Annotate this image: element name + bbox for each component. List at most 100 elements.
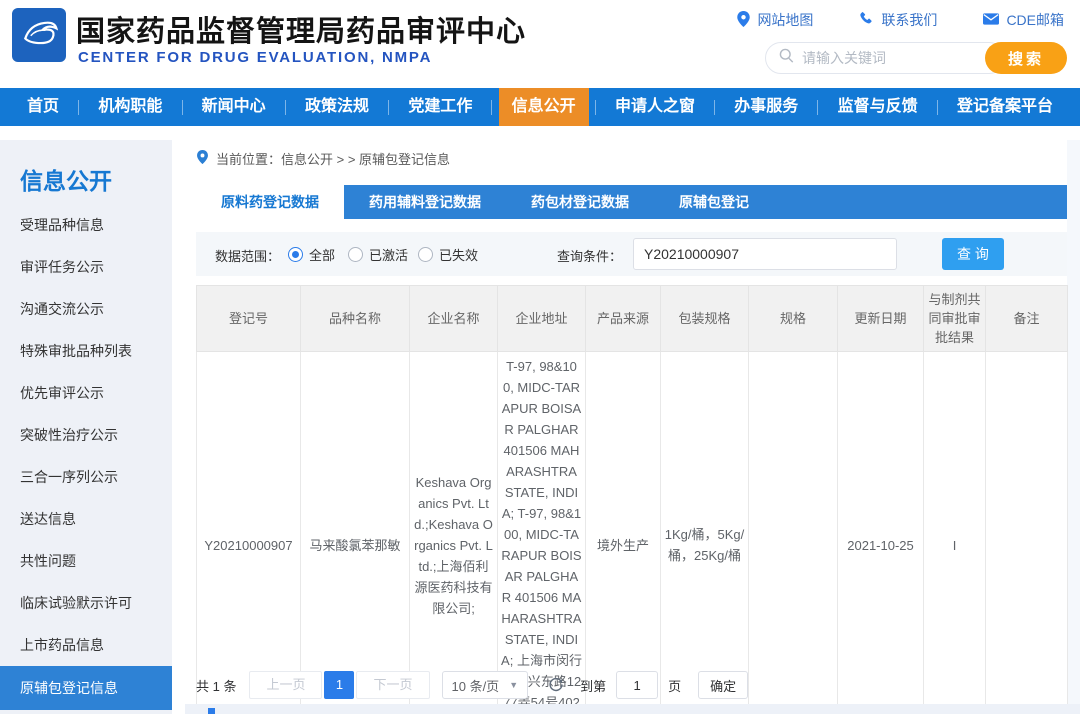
contact-link[interactable]: 联系我们 (859, 10, 937, 30)
site-search: 搜索 (765, 42, 1067, 74)
confirm-button[interactable]: 确定 (698, 671, 748, 699)
tab-packaging-registration[interactable]: 药包材登记数据 (506, 185, 654, 219)
sidebar-item-raw-excipient-packaging[interactable]: 原辅包登记信息 (0, 666, 172, 710)
location-pin-icon (737, 11, 750, 30)
col-header-product-source: 产品来源 (586, 286, 661, 352)
prev-page-button[interactable]: 上一页 (249, 671, 322, 699)
phone-icon (859, 11, 874, 29)
bottom-accent-mark (208, 708, 215, 714)
query-input[interactable] (633, 238, 897, 270)
mail-icon (983, 12, 999, 28)
breadcrumb-text: 当前位置：信息公开 > > 原辅包登记信息 (216, 149, 450, 168)
breadcrumb: 当前位置：信息公开 > > 原辅包登记信息 (197, 149, 450, 168)
refresh-button[interactable] (548, 677, 564, 693)
radio-circle-icon (288, 247, 303, 262)
sidebar-item-priority-review[interactable]: 优先审评公示 (0, 372, 172, 414)
cde-logo[interactable] (12, 8, 66, 62)
tab-api-registration[interactable]: 原料药登记数据 (196, 185, 344, 219)
mailbox-label: CDE邮箱 (1006, 10, 1064, 30)
nav-separator (817, 100, 818, 115)
cell-variety-name: 马来酸氯苯那敏 (301, 352, 410, 714)
radio-expired[interactable]: 已失效 (418, 245, 478, 264)
filter-bar: 数据范围： 全部 已激活 已失效 查询条件： 查 询 (196, 232, 1067, 276)
mailbox-link[interactable]: CDE邮箱 (983, 10, 1064, 30)
nav-item-supervision-feedback[interactable]: 监督与反馈 (825, 88, 931, 126)
radio-activated-label: 已激活 (369, 245, 408, 264)
sidebar: 信息公开 受理品种信息 审评任务公示 沟通交流公示 特殊审批品种列表 优先审评公… (0, 140, 172, 714)
nav-separator (78, 100, 79, 115)
nav-item-policies[interactable]: 政策法规 (292, 88, 382, 126)
sitemap-link[interactable]: 网站地图 (737, 10, 813, 30)
sidebar-item-special-approval[interactable]: 特殊审批品种列表 (0, 330, 172, 372)
breadcrumb-pin-icon (197, 150, 208, 167)
page-1-button[interactable]: 1 (324, 671, 354, 699)
cell-packaging-spec: 1Kg/桶，5Kg/桶，25Kg/桶 (661, 352, 749, 714)
tab-raw-excipient-packaging[interactable]: 原辅包登记 (654, 185, 774, 219)
nav-item-news[interactable]: 新闻中心 (189, 88, 279, 126)
nav-separator (595, 100, 596, 115)
cell-spec (749, 352, 838, 714)
goto-page-input[interactable] (616, 671, 658, 699)
swan-logo-icon (17, 11, 61, 60)
pagination: 共 1 条 上一页 1 下一页 10 条/页 ▼ 到第 页 确定 (196, 670, 1067, 700)
cell-company-address: T-97, 98&100, MIDC-TARAPUR BOISAR PALGHA… (498, 352, 586, 714)
nav-separator (491, 100, 492, 115)
tab-excipient-registration[interactable]: 药用辅料登记数据 (344, 185, 506, 219)
sidebar-item-delivery-info[interactable]: 送达信息 (0, 498, 172, 540)
cell-product-source: 境外生产 (586, 352, 661, 714)
sidebar-item-accepted-varieties[interactable]: 受理品种信息 (0, 204, 172, 246)
nav-item-party-building[interactable]: 党建工作 (395, 88, 485, 126)
page-size-value: 10 条/页 (452, 676, 500, 695)
nav-item-home[interactable]: 首页 (14, 88, 72, 126)
next-page-button[interactable]: 下一页 (356, 671, 429, 699)
caret-down-icon: ▼ (509, 680, 518, 690)
sitemap-label: 网站地图 (757, 10, 813, 30)
sidebar-item-clinical-trial-license[interactable]: 临床试验默示许可 (0, 582, 172, 624)
sidebar-item-review-tasks[interactable]: 审评任务公示 (0, 246, 172, 288)
site-subtitle: CENTER FOR DRUG EVALUATION, NMPA (78, 49, 432, 66)
search-icon (779, 48, 794, 68)
col-header-remarks: 备注 (986, 286, 1068, 352)
cell-registration-no: Y20210000907 (197, 352, 301, 714)
nav-item-applicant-window[interactable]: 申请人之窗 (602, 88, 708, 126)
cell-remarks (986, 352, 1068, 714)
sidebar-item-three-in-one[interactable]: 三合一序列公示 (0, 456, 172, 498)
col-header-packaging-spec: 包装规格 (661, 286, 749, 352)
search-input[interactable] (802, 50, 952, 66)
radio-circle-icon (418, 247, 433, 262)
page-size-select[interactable]: 10 条/页 ▼ (442, 671, 529, 699)
cell-update-date: 2021-10-25 (838, 352, 924, 714)
sidebar-item-marketed-drugs[interactable]: 上市药品信息 (0, 624, 172, 666)
radio-expired-label: 已失效 (439, 245, 478, 264)
nav-separator (714, 100, 715, 115)
nav-separator (937, 100, 938, 115)
sidebar-item-breakthrough-therapy[interactable]: 突破性治疗公示 (0, 414, 172, 456)
search-field-wrap (765, 42, 1005, 74)
col-header-company-address: 企业地址 (498, 286, 586, 352)
sidebar-item-common-issues[interactable]: 共性问题 (0, 540, 172, 582)
quick-links: 网站地图 联系我们 CDE邮箱 (737, 10, 1064, 30)
goto-unit: 页 (668, 676, 681, 695)
query-search-button[interactable]: 查 询 (942, 238, 1004, 270)
tabbar: 原料药登记数据 药用辅料登记数据 药包材登记数据 原辅包登记 (196, 185, 1067, 219)
bottom-section-edge (185, 704, 1080, 714)
total-count: 共 1 条 (196, 676, 236, 695)
nav-separator (285, 100, 286, 115)
nav-item-functions[interactable]: 机构职能 (85, 88, 175, 126)
col-header-company-name: 企业名称 (410, 286, 498, 352)
search-button[interactable]: 搜索 (985, 42, 1067, 74)
goto-label: 到第 (580, 676, 606, 695)
site-title: 国家药品监督管理局药品审评中心 (76, 8, 526, 50)
registration-table: 登记号 品种名称 企业名称 企业地址 产品来源 包装规格 规格 更新日期 与制剂… (196, 285, 1068, 714)
col-header-registration-no: 登记号 (197, 286, 301, 352)
radio-activated[interactable]: 已激活 (348, 245, 408, 264)
nav-item-registration-platform[interactable]: 登记备案平台 (944, 88, 1066, 126)
nav-item-information-disclosure[interactable]: 信息公开 (499, 88, 589, 126)
radio-all-label: 全部 (309, 245, 335, 264)
contact-label: 联系我们 (881, 10, 937, 30)
site-header: 国家药品监督管理局药品审评中心 CENTER FOR DRUG EVALUATI… (0, 0, 1080, 88)
sidebar-item-communication[interactable]: 沟通交流公示 (0, 288, 172, 330)
sidebar-title: 信息公开 (0, 140, 172, 204)
nav-item-services[interactable]: 办事服务 (721, 88, 811, 126)
radio-all[interactable]: 全部 (288, 245, 335, 264)
